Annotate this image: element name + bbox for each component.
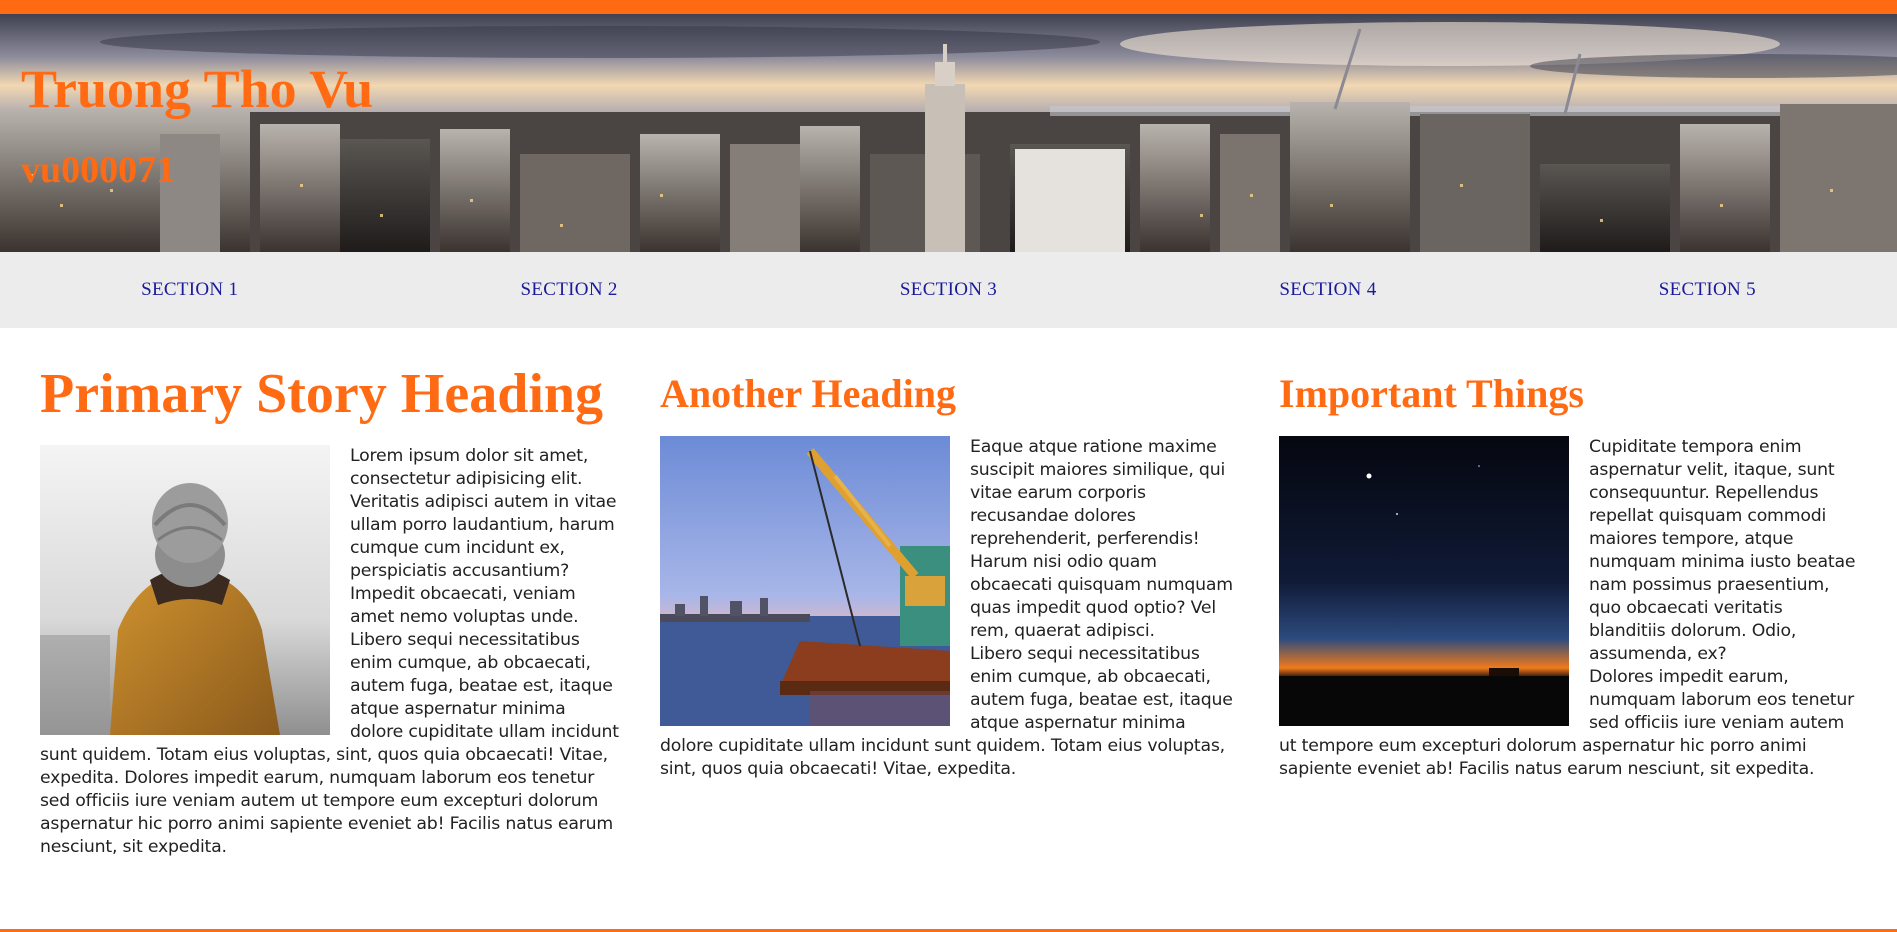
nav-link-section-2[interactable]: SECTION 2 xyxy=(379,252,758,328)
primary-story-heading: Primary Story Heading xyxy=(40,363,604,425)
main-nav: SECTION 1 SECTION 2 SECTION 3 SECTION 4 … xyxy=(0,252,1897,328)
city-skyline-image xyxy=(0,14,1897,252)
header-banner: Truong Tho Vu vu000071 xyxy=(0,14,1897,252)
night-sky-horizon-image xyxy=(1279,436,1569,726)
harbor-crane-image xyxy=(660,436,950,726)
nav-link-section-1[interactable]: SECTION 1 xyxy=(0,252,379,328)
site-title: Truong Tho Vu xyxy=(21,59,374,119)
person-in-beanie-image xyxy=(40,445,330,735)
nav-link-section-5[interactable]: SECTION 5 xyxy=(1518,252,1897,328)
site-subtitle: vu000071 xyxy=(21,149,176,191)
nav-link-section-3[interactable]: SECTION 3 xyxy=(759,252,1138,328)
nav-link-section-4[interactable]: SECTION 4 xyxy=(1138,252,1517,328)
story-column-primary: Primary Story Heading Lorem ipsum dolor … xyxy=(40,366,620,859)
top-accent-bar xyxy=(0,0,1897,14)
story-column-another: Another Heading Eaque atque ratione maxi… xyxy=(660,366,1240,781)
story-column-important: Important Things Cupiditate tempora enim… xyxy=(1279,366,1859,781)
important-things-heading: Important Things xyxy=(1279,371,1584,416)
another-heading: Another Heading xyxy=(660,371,956,416)
